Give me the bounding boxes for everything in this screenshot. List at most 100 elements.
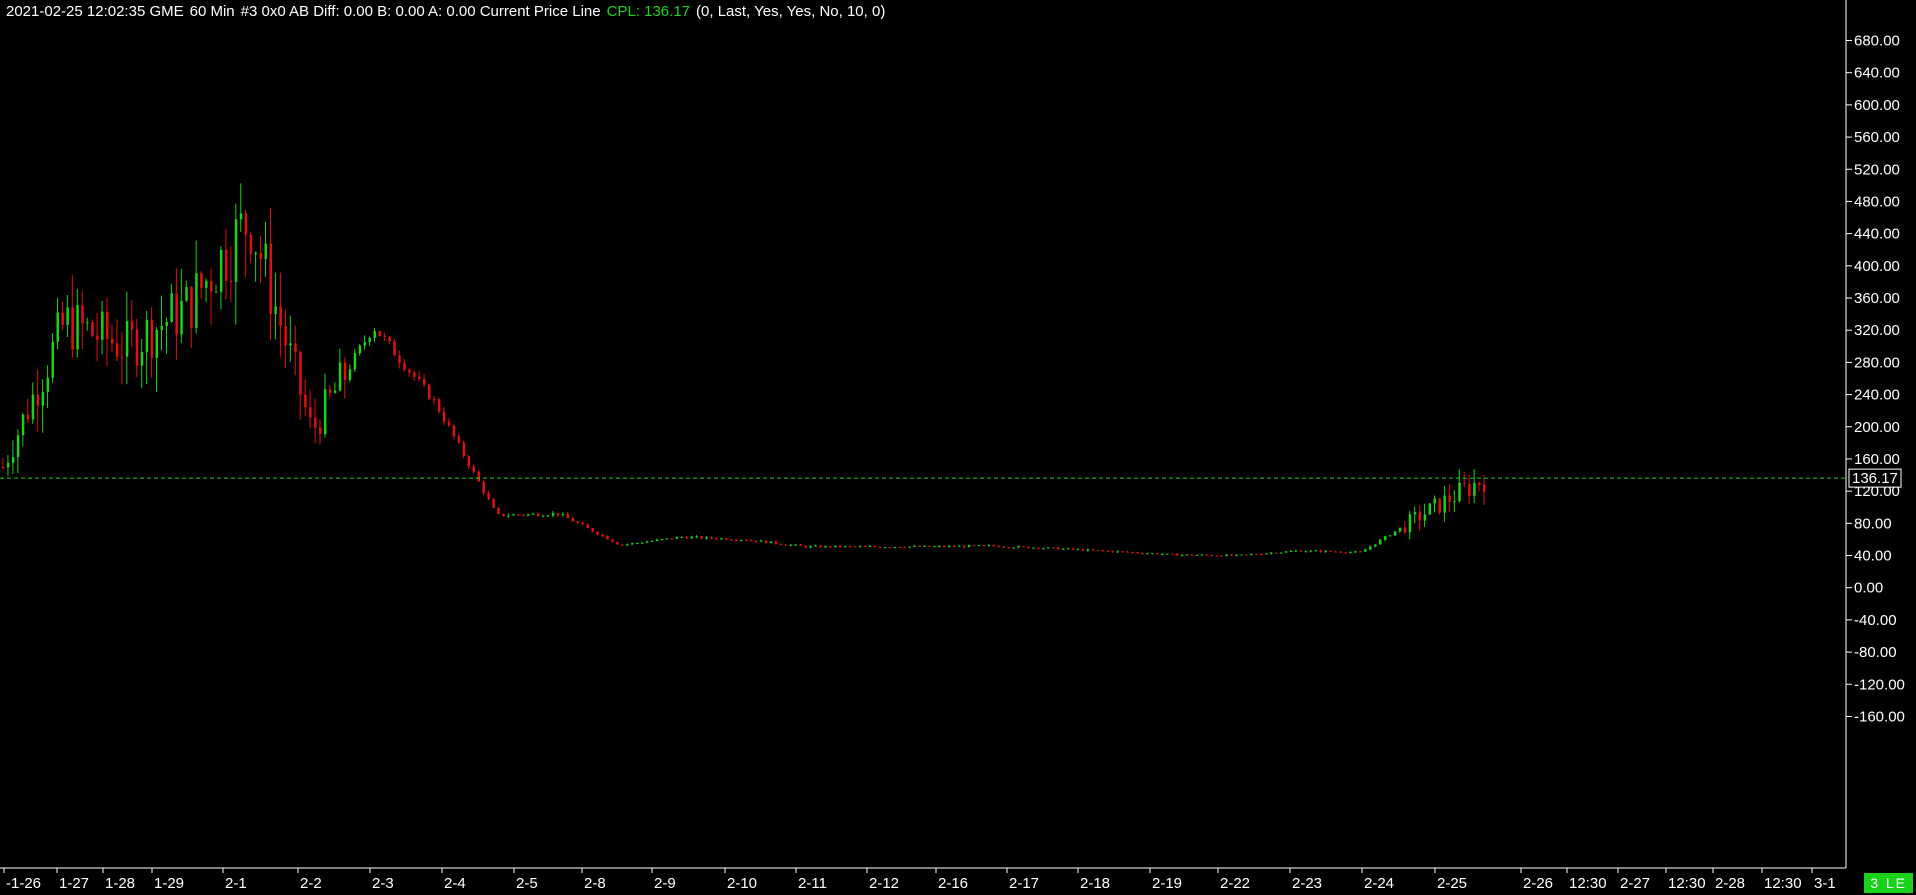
candle-body xyxy=(799,544,802,546)
candle-body xyxy=(91,322,94,336)
candle-body xyxy=(933,546,936,548)
candle-body xyxy=(507,515,510,517)
candle-body xyxy=(1478,482,1481,485)
candle-body xyxy=(447,421,451,426)
x-tick-label: 1-29 xyxy=(154,875,184,892)
candle-body xyxy=(982,545,986,547)
candle-body xyxy=(1190,554,1194,556)
candle-body xyxy=(289,343,292,346)
candle-body xyxy=(1156,553,1159,555)
candle-body xyxy=(1418,512,1422,521)
candle-body xyxy=(1200,554,1204,556)
candle-body xyxy=(294,343,297,353)
candle-body xyxy=(2,466,5,468)
candle-body xyxy=(893,546,897,548)
candle-body xyxy=(368,337,372,342)
candle-body xyxy=(165,322,168,326)
candle-body xyxy=(1299,550,1303,552)
candle-body xyxy=(1393,531,1397,536)
candle-body xyxy=(665,538,669,540)
candle-body xyxy=(1136,552,1139,554)
x-tick-label: -1-26 xyxy=(6,875,41,892)
candle-body xyxy=(304,394,307,408)
price-axis[interactable]: 680.00 640.00 600.00 560.00 520.00 480.00 440.… xyxy=(1846,33,1905,726)
candle-body xyxy=(319,427,322,434)
header-datetime: 2021-02-25 12:02:35 GME xyxy=(6,3,184,20)
candle-body xyxy=(353,353,357,370)
candle-body xyxy=(1403,527,1407,533)
candle-body xyxy=(685,537,689,539)
price-chart[interactable]: 680.00 640.00 600.00 560.00 520.00 480.00 440.… xyxy=(0,0,1916,895)
candle-body xyxy=(259,252,263,260)
candle-body xyxy=(106,311,109,339)
candle-body xyxy=(943,545,946,547)
header-study: #3 0x0 AB Diff: 0.00 B: 0.00 A: 0.00 Cur… xyxy=(240,3,601,20)
y-tick-label: -80.00 xyxy=(1854,644,1897,661)
candle-body xyxy=(858,546,862,548)
candle-body xyxy=(1215,555,1219,557)
y-tick-label: 200.00 xyxy=(1854,419,1900,436)
candle-body xyxy=(1265,553,1268,555)
y-tick-label: 40.00 xyxy=(1854,548,1892,565)
candle-body xyxy=(1344,552,1347,554)
candle-body xyxy=(566,514,570,519)
candle-body xyxy=(556,513,560,515)
candle-body xyxy=(606,535,609,540)
candle-body xyxy=(403,362,406,370)
candle-body xyxy=(1175,553,1179,556)
candle-body xyxy=(1091,549,1095,551)
candle-body xyxy=(1037,547,1040,549)
candle-body xyxy=(522,514,525,516)
candle-body xyxy=(749,540,753,542)
candle-body xyxy=(957,545,961,547)
candle-body xyxy=(1428,503,1432,515)
candle-body xyxy=(730,539,733,541)
candle-body xyxy=(655,539,659,541)
candle-body xyxy=(1032,547,1035,549)
candle-body xyxy=(150,319,154,358)
candle-body xyxy=(16,435,20,458)
candle-body xyxy=(1180,554,1184,556)
candle-body xyxy=(725,538,728,540)
candle-body xyxy=(284,325,287,346)
candle-body xyxy=(908,546,911,548)
candle-body xyxy=(1458,482,1461,502)
candle-body xyxy=(1364,549,1367,552)
candle-body xyxy=(1225,554,1228,557)
y-tick-label: 520.00 xyxy=(1854,161,1900,178)
x-tick-label: 1-28 xyxy=(105,875,135,892)
x-tick-label: 2-4 xyxy=(444,875,466,892)
time-axis[interactable]: -1-26 1-27 1-28 1-29 2-1 2-2 2-3 2-4 2-5 2-8 2-9 2-… xyxy=(3,868,1836,892)
x-tick-label: 3-1 xyxy=(1814,875,1836,892)
candle-body xyxy=(645,541,649,543)
candle-body xyxy=(804,545,807,548)
candle-body xyxy=(675,537,679,539)
candle-body xyxy=(120,356,124,358)
candle-body xyxy=(532,513,535,515)
candle-body xyxy=(953,545,956,547)
candle-body xyxy=(680,537,684,539)
candle-body xyxy=(338,362,342,391)
candle-body xyxy=(536,513,540,517)
candle-body xyxy=(972,545,976,547)
candle-body xyxy=(31,394,35,420)
candle-body xyxy=(130,321,134,330)
candle-body xyxy=(616,541,619,545)
candle-body xyxy=(26,414,30,420)
candle-body xyxy=(1012,547,1015,549)
candle-body xyxy=(1388,535,1392,537)
candle-body xyxy=(492,499,495,508)
candle-body xyxy=(962,545,966,548)
x-tick-label: 2-10 xyxy=(727,875,757,892)
candle-body xyxy=(626,544,629,546)
candle-body xyxy=(487,492,490,500)
header-interval: 60 Min xyxy=(189,3,235,20)
x-tick-label: 2-12 xyxy=(869,875,899,892)
candle-body xyxy=(398,355,401,363)
candle-body xyxy=(1279,552,1283,554)
x-tick-label: 2-24 xyxy=(1364,875,1394,892)
x-tick-label: 12:30 xyxy=(1668,875,1706,892)
candle-body xyxy=(219,250,223,292)
candle-body xyxy=(715,538,718,540)
candle-body xyxy=(561,514,565,516)
